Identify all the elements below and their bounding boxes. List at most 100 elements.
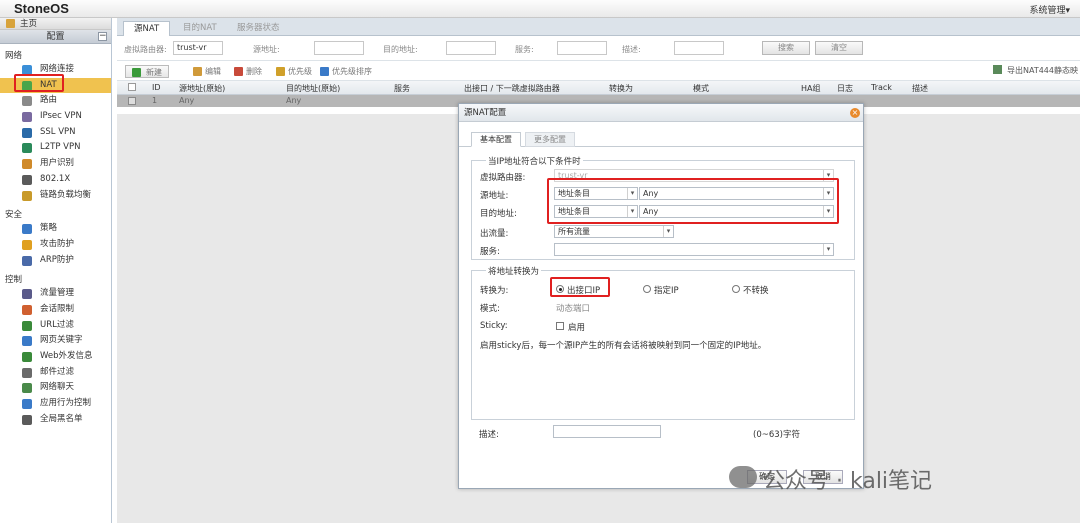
tab-more-config[interactable]: 更多配置 bbox=[525, 132, 575, 147]
sidebar-item[interactable]: Web外发信息 bbox=[0, 349, 111, 365]
service-select[interactable]: ▾ bbox=[554, 243, 834, 256]
sidebar-item[interactable]: 攻击防护 bbox=[0, 237, 111, 253]
sidebar-item-label: 网络聊天 bbox=[40, 382, 75, 393]
web-icon bbox=[22, 352, 32, 362]
sticky-checkbox[interactable] bbox=[556, 322, 564, 330]
col-translate[interactable]: 转换为 bbox=[609, 83, 633, 94]
dialog-title: 源NAT配置 bbox=[464, 108, 507, 118]
col-egress[interactable]: 出接口 / 下一跳虚拟路由器 bbox=[464, 83, 560, 94]
egress-label: 出流量: bbox=[480, 229, 509, 239]
search-button[interactable]: 搜索 bbox=[762, 41, 810, 55]
priority-button[interactable]: 优先级 bbox=[276, 65, 312, 78]
sidebar-item[interactable]: ARP防护 bbox=[0, 253, 111, 269]
sidebar-config-header[interactable]: 配置 − bbox=[0, 30, 111, 44]
col-desc[interactable]: 描述 bbox=[912, 83, 928, 94]
sidebar-item[interactable]: 用户识别 bbox=[0, 156, 111, 172]
filter-src-input[interactable] bbox=[314, 41, 364, 55]
new-label: 新建 bbox=[146, 68, 162, 77]
export-label: 导出NAT444静态映 bbox=[1007, 66, 1078, 75]
session-icon bbox=[22, 304, 32, 315]
dialog-tabs: 基本配置 更多配置 bbox=[459, 130, 863, 147]
sidebar-item[interactable]: URL过滤 bbox=[0, 318, 111, 334]
filter-vr-select[interactable]: trust-vr bbox=[173, 41, 223, 55]
chat-icon bbox=[22, 383, 32, 394]
opt-no-translate-label: 不转换 bbox=[743, 286, 769, 296]
row-checkbox[interactable] bbox=[128, 97, 136, 105]
sticky-note: 启用sticky后，每一个源IP产生的所有会话将被映射到同一个固定的IP地址。 bbox=[480, 341, 767, 351]
select-all-checkbox[interactable] bbox=[128, 83, 136, 91]
address-highlight-box bbox=[547, 178, 839, 224]
filter-svc-input[interactable] bbox=[557, 41, 607, 55]
dst-label: 目的地址: bbox=[480, 209, 517, 219]
col-service[interactable]: 服务 bbox=[394, 83, 410, 94]
sidebar-item[interactable]: 会话限制 bbox=[0, 302, 111, 318]
sidebar-item-label: URL过滤 bbox=[40, 319, 74, 330]
sidebar-item[interactable]: 路由 bbox=[0, 93, 111, 109]
col-ha[interactable]: HA组 bbox=[801, 83, 821, 94]
vpn-icon bbox=[22, 112, 32, 123]
route-icon bbox=[22, 96, 32, 107]
tab-source-nat[interactable]: 源NAT bbox=[123, 21, 171, 36]
export-icon bbox=[993, 65, 1003, 74]
desc-input[interactable] bbox=[553, 425, 661, 438]
l2tp-icon bbox=[22, 143, 32, 154]
new-button[interactable]: 新建 bbox=[125, 65, 169, 78]
sidebar-item[interactable]: 网页关键字 bbox=[0, 333, 111, 349]
filter-desc-input[interactable] bbox=[674, 41, 724, 55]
tab-basic-config[interactable]: 基本配置 bbox=[471, 132, 521, 147]
sidebar-item-label: IPsec VPN bbox=[40, 111, 82, 122]
radio-specified-ip[interactable] bbox=[643, 285, 651, 293]
opt-specified-ip-label: 指定IP bbox=[654, 286, 679, 296]
system-menu[interactable]: 系统管理▾ bbox=[1029, 3, 1070, 16]
chevron-down-icon: ▾ bbox=[823, 244, 833, 255]
sidebar-item[interactable]: 链路负载均衡 bbox=[0, 188, 111, 204]
collapse-icon[interactable]: − bbox=[98, 32, 107, 41]
priority-label: 优先级 bbox=[288, 67, 312, 76]
sidebar-item-label: 全局黑名单 bbox=[40, 413, 83, 424]
policy-icon bbox=[22, 224, 32, 235]
col-log[interactable]: 日志 bbox=[837, 83, 853, 94]
sidebar-home[interactable]: 主页 bbox=[0, 18, 111, 30]
ssl-icon bbox=[22, 127, 32, 138]
sidebar-section-title: 控制 bbox=[5, 275, 23, 286]
watermark: 公众号 · kali笔记 bbox=[729, 463, 933, 495]
sidebar-item[interactable]: 流量管理 bbox=[0, 286, 111, 302]
delete-button[interactable]: 删除 bbox=[234, 65, 262, 78]
delete-icon bbox=[234, 67, 243, 76]
close-icon[interactable]: × bbox=[850, 108, 860, 118]
sidebar-item[interactable]: 应用行为控制 bbox=[0, 396, 111, 412]
condition-legend: 当IP地址符合以下条件时 bbox=[486, 155, 583, 167]
sidebar-item[interactable]: 网络聊天 bbox=[0, 380, 111, 396]
clear-button[interactable]: 清空 bbox=[815, 41, 863, 55]
sidebar-item[interactable]: 策略 bbox=[0, 221, 111, 237]
sidebar-item[interactable]: 邮件过滤 bbox=[0, 365, 111, 381]
filter-dst-input[interactable] bbox=[446, 41, 496, 55]
filter-vr-value: trust-vr bbox=[177, 43, 207, 52]
sidebar-item[interactable]: SSL VPN bbox=[0, 125, 111, 141]
export-button[interactable]: 导出NAT444静态映 bbox=[993, 65, 1078, 76]
arp-icon bbox=[22, 255, 32, 266]
filter-vr-label: 虚拟路由器: bbox=[124, 45, 167, 54]
sidebar-item[interactable]: 802.1X bbox=[0, 172, 111, 188]
radio-no-translate[interactable] bbox=[732, 285, 740, 293]
sidebar-item[interactable]: L2TP VPN bbox=[0, 140, 111, 156]
sticky-label: Sticky: bbox=[480, 321, 508, 331]
col-track[interactable]: Track bbox=[871, 83, 892, 92]
sidebar-item[interactable]: IPsec VPN bbox=[0, 109, 111, 125]
tab-destination-nat[interactable]: 目的NAT bbox=[173, 21, 227, 36]
wechat-logo-icon bbox=[729, 466, 757, 488]
shield-icon bbox=[22, 239, 32, 250]
priority-sort-button[interactable]: 优先级排序 bbox=[320, 65, 372, 78]
watermark-text: 公众号 · kali笔记 bbox=[763, 469, 933, 494]
col-dst[interactable]: 目的地址(原始) bbox=[286, 83, 340, 94]
sidebar-item[interactable]: 全局黑名单 bbox=[0, 412, 111, 428]
sidebar-section-title: 网络 bbox=[5, 51, 23, 61]
user-icon bbox=[22, 159, 32, 170]
edit-button[interactable]: 编辑 bbox=[193, 65, 221, 78]
tab-server-status[interactable]: 服务器状态 bbox=[227, 21, 290, 36]
col-id[interactable]: ID bbox=[152, 83, 161, 92]
col-src[interactable]: 源地址(原始) bbox=[179, 83, 225, 94]
filter-bar: 虚拟路由器: trust-vr 源地址: 目的地址: 服务: 描述: 搜索 清空 bbox=[117, 36, 1080, 61]
col-mode[interactable]: 模式 bbox=[693, 83, 709, 94]
egress-select[interactable]: 所有流量 ▾ bbox=[554, 225, 674, 238]
